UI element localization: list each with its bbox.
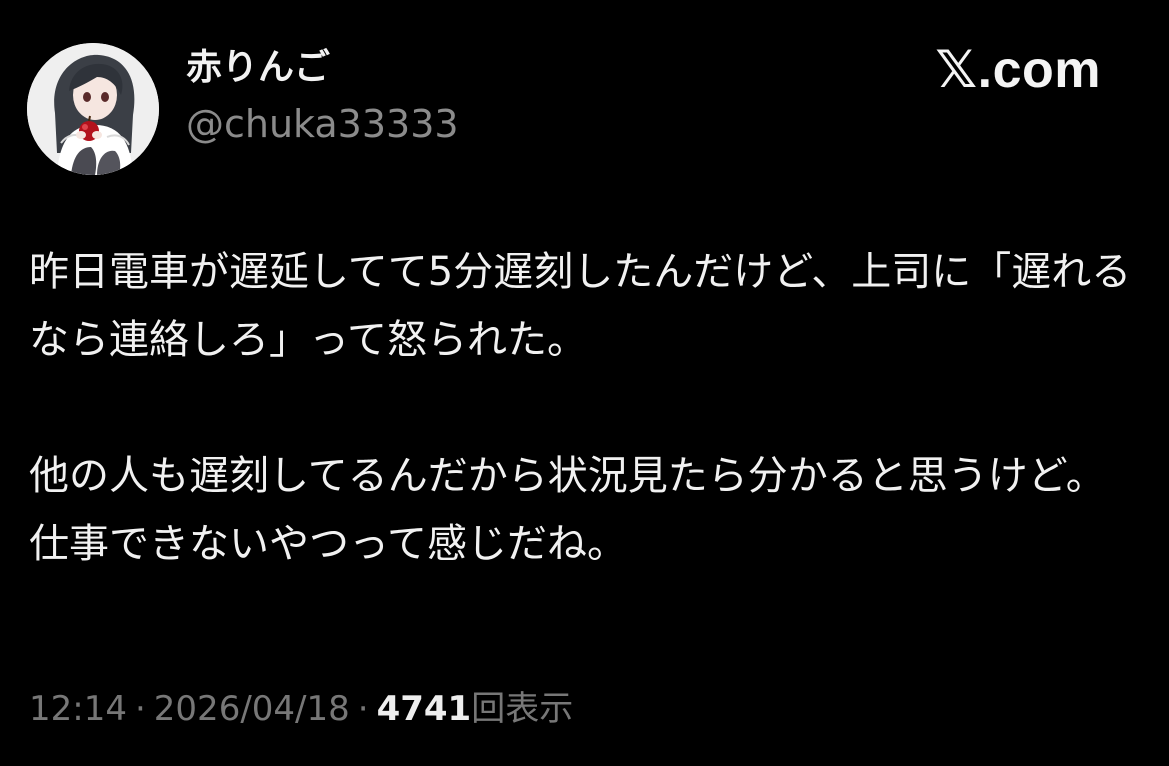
x-logo-watermark: 𝕏.com [935,41,1101,99]
view-count: 4741 [376,689,472,729]
author-handle[interactable]: @chuka33333 [186,102,459,146]
post-paragraph-1: 昨日電車が遅延してて5分遅刻したんだけど、上司に「遅れるなら連絡しろ」って怒られ… [29,249,1132,363]
post-time[interactable]: 12:14 [29,689,127,729]
post-meta: 12:14 · 2026/04/18 · 4741回表示 [29,684,573,734]
view-count-label: 回表示 [471,689,574,729]
post-date[interactable]: 2026/04/18 [154,689,350,729]
author-info: 赤りんご @chuka33333 [186,46,459,146]
avatar[interactable] [27,43,159,175]
post-paragraph-2: 他の人も遅刻してるんだから状況見たら分かると思うけど。仕事できないやつって感じだ… [29,453,1106,567]
post-card: 赤りんご @chuka33333 𝕏.com 昨日電車が遅延してて5分遅刻したん… [0,0,1169,766]
author-display-name[interactable]: 赤りんご [186,46,459,90]
post-text: 昨日電車が遅延してて5分遅刻したんだけど、上司に「遅れるなら連絡しろ」って怒られ… [29,238,1139,578]
avatar-illustration-icon [27,43,159,175]
meta-separator: · [134,689,146,729]
meta-separator: · [357,689,369,729]
post-header: 赤りんご @chuka33333 𝕏.com [27,30,1109,175]
